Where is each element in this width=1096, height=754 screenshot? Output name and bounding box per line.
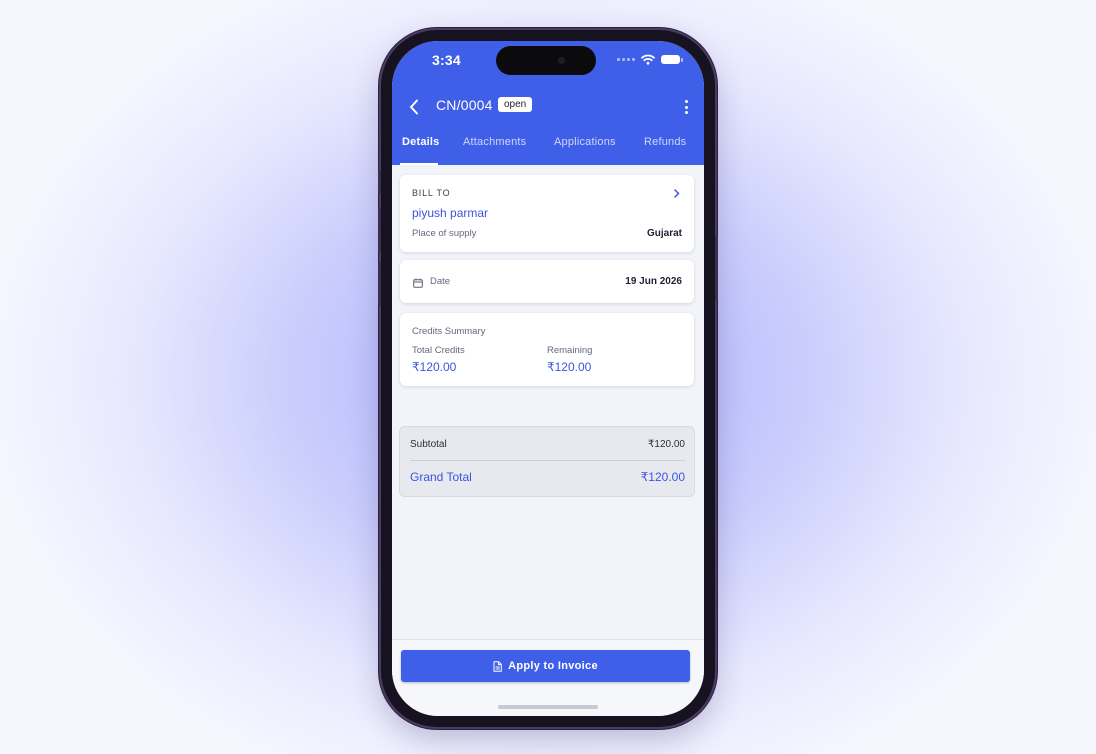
chevron-left-icon [410,99,418,115]
app-screen: 3:34 CN/0004 open Details Attachments Ap… [392,41,704,716]
grand-total-value: ₹120.00 [640,470,685,484]
tab-attachments[interactable]: Attachments [463,136,526,148]
tab-bar: Details Attachments Applications Refunds [392,133,704,165]
bill-to-card[interactable]: BILL TO piyush parmar Place of supply Gu… [400,175,694,252]
credits-summary-card: Credits Summary Total Credits ₹120.00 Re… [400,313,694,386]
apply-button-label: Apply to Invoice [508,660,598,672]
signal-icon [617,58,635,61]
status-icons [617,54,683,65]
date-label: Date [430,276,451,287]
footer-bar: Apply to Invoice [392,639,704,716]
credits-summary-heading: Credits Summary [412,326,486,337]
subtotal-value: ₹120.00 [648,439,685,450]
remaining-label: Remaining [547,345,593,356]
subtotal-label: Subtotal [410,439,447,450]
active-tab-indicator [400,163,438,165]
status-badge: open [498,97,533,112]
apply-to-invoice-button[interactable]: Apply to Invoice [401,650,690,682]
place-of-supply-label: Place of supply [412,228,477,239]
back-button[interactable] [402,95,426,119]
total-credits-value: ₹120.00 [412,360,457,374]
date-value: 19 Jun 2026 [625,276,682,287]
status-time: 3:34 [432,52,461,68]
tab-refunds[interactable]: Refunds [644,136,686,148]
volume-down-button [378,262,381,306]
page-title: CN/0004 [436,97,493,113]
document-icon [493,660,502,672]
more-vertical-icon [684,100,688,103]
chevron-right-icon[interactable] [674,189,680,198]
customer-name-link[interactable]: piyush parmar [412,206,488,220]
phone-frame: 3:34 CN/0004 open Details Attachments Ap… [378,30,718,727]
power-button [715,235,718,301]
tab-applications[interactable]: Applications [554,136,616,148]
home-indicator [498,705,598,709]
dynamic-island [496,46,596,75]
remaining-value: ₹120.00 [547,360,592,374]
battery-icon [661,55,683,64]
volume-up-button [378,208,381,252]
app-header: 3:34 CN/0004 open Details Attachments Ap… [392,41,704,165]
wifi-icon [641,54,655,65]
bill-to-heading: BILL TO [412,188,451,198]
calendar-icon [413,278,423,288]
tab-details[interactable]: Details [402,136,439,148]
totals-divider [410,460,685,461]
total-credits-label: Total Credits [412,345,465,356]
place-of-supply-value: Gujarat [646,228,682,239]
action-button [378,170,381,194]
grand-total-label: Grand Total [410,470,472,484]
date-card: Date 19 Jun 2026 [400,260,694,303]
more-options-button[interactable] [678,95,694,119]
totals-panel: Subtotal ₹120.00 Grand Total ₹120.00 [399,426,695,497]
